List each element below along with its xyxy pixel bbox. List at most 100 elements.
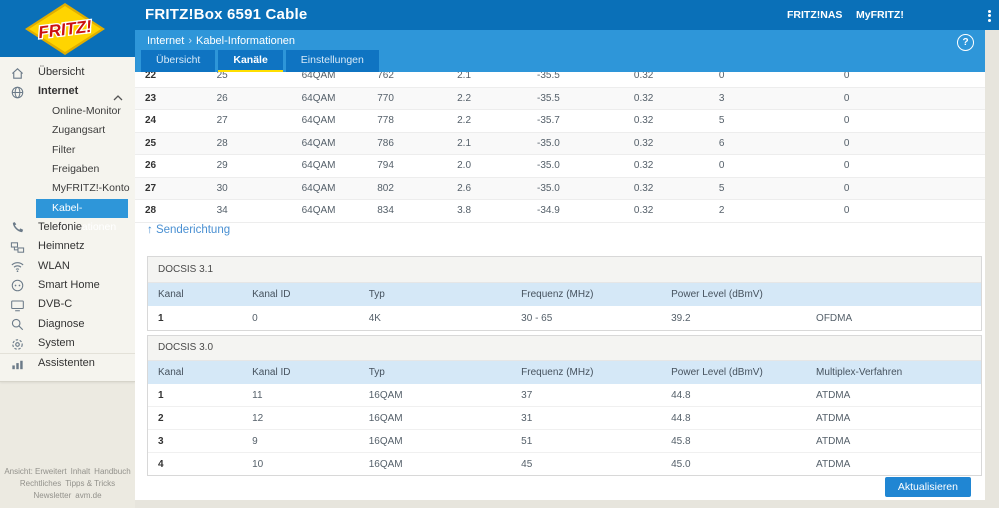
table-cell: 3.8 — [457, 199, 538, 223]
table-cell: 22 — [135, 72, 217, 88]
table-cell: 2 — [718, 199, 844, 223]
table-cell: 51 — [521, 429, 672, 453]
tab-uebersicht[interactable]: Übersicht — [141, 50, 216, 72]
table-cell: 802 — [377, 177, 458, 200]
breadcrumb-section[interactable]: Internet — [147, 35, 184, 47]
table-cell: ATDMA — [816, 406, 981, 430]
sidebar-item-zugangsart[interactable]: Zugangsart — [0, 121, 135, 140]
outlet-icon — [10, 278, 25, 293]
table-cell: 1 — [148, 384, 253, 407]
footer-link-newsletter[interactable]: Newsletter — [33, 491, 71, 500]
table-cell: 31 — [521, 406, 672, 430]
sidebar-item-diagnose[interactable]: Diagnose — [0, 315, 135, 334]
sidebar-item-assistenten[interactable]: Assistenten — [0, 353, 135, 373]
table-cell: 4K — [368, 312, 381, 324]
column-header: Multiplex-Verfahren — [816, 361, 981, 384]
table-cell: 16QAM — [368, 406, 522, 430]
table-cell: 0 — [843, 109, 985, 133]
tab-kanaele[interactable]: Kanäle — [218, 50, 283, 72]
help-icon[interactable]: ? — [957, 34, 974, 51]
kebab-menu-icon[interactable] — [984, 8, 994, 24]
table-cell: 28 — [216, 132, 302, 155]
table-cell: 778 — [377, 109, 458, 133]
table-cell: 64QAM — [301, 72, 378, 88]
table-cell: 2.1 — [457, 72, 538, 88]
table-cell: 27 — [216, 109, 302, 133]
table-cell: 834 — [377, 199, 458, 223]
table-cell: 16QAM — [368, 458, 403, 470]
sidebar-item-system[interactable]: System — [0, 334, 135, 353]
table-cell: 0.32 — [633, 177, 719, 200]
table-cell: 0 — [843, 132, 985, 155]
sidebar-item-kabel-informationen[interactable]: Kabel-Informationen — [36, 198, 128, 233]
content-area: 22 25 64QAM 762 2.1 -35.5 0.32 0 0 23 26 64QAM 770 2.… — [135, 72, 985, 500]
sidebar-item-freigaben[interactable]: Freigaben — [0, 160, 135, 179]
table-cell: 23 — [135, 87, 217, 110]
footer-link-rechtliches[interactable]: Rechtliches — [20, 479, 61, 488]
sidebar-item-label: WLAN — [38, 259, 70, 272]
breadcrumb-page: Kabel-Informationen — [195, 35, 296, 47]
table-cell: 64QAM — [301, 154, 378, 178]
column-header — [816, 283, 981, 306]
sidebar-item-wlan[interactable]: WLAN — [0, 257, 135, 276]
table-cell: 2.1 — [457, 132, 538, 155]
footer-link-tipps[interactable]: Tipps & Tricks — [65, 479, 115, 488]
table-row: 3 9 16QAM 51 45.8 ATDMA — [148, 429, 981, 453]
sidebar-item-label: Smart Home — [38, 278, 100, 291]
table-cell: 9 — [252, 429, 369, 453]
tab-bar: Übersicht Kanäle Einstellungen — [141, 50, 379, 72]
fritz-logo: FRITZ! — [25, 3, 105, 55]
table-cell: 0 — [843, 177, 985, 200]
table-cell: 0.32 — [633, 132, 719, 155]
footer-link-ansicht[interactable]: Ansicht: Erweitert — [4, 467, 66, 476]
table-row: 1 11 16QAM 37 44.8 ATDMA — [148, 384, 981, 407]
column-header: Power Level (dBmV) — [671, 283, 817, 306]
table-header-row: Kanal Kanal ID Typ Frequenz (MHz) Power Leve… — [148, 361, 981, 384]
table-cell: 4 — [158, 458, 164, 470]
table-row: 22 25 64QAM 762 2.1 -35.5 0.32 0 0 — [135, 72, 985, 88]
chevron-up-icon[interactable] — [113, 89, 123, 108]
table-cell: -35.0 — [537, 154, 634, 178]
table-cell: 0.32 — [633, 199, 719, 223]
sidebar-item-label: Telefonie — [38, 220, 83, 233]
table-cell: 25 — [135, 132, 217, 155]
table-cell: 26 — [216, 87, 302, 110]
table-cell: 26 — [135, 154, 217, 178]
table-cell: 0.32 — [633, 87, 719, 110]
column-header: Typ — [368, 361, 522, 384]
fritznas-link[interactable]: FRITZ!NAS — [787, 9, 842, 21]
footer-link-handbuch[interactable]: Handbuch — [94, 467, 130, 476]
myfritz-link[interactable]: MyFRITZ! — [856, 9, 904, 21]
sidebar-item-label: Diagnose — [38, 317, 85, 330]
table-cell: 16QAM — [368, 384, 522, 407]
footer-link-inhalt[interactable]: Inhalt — [71, 467, 91, 476]
docsis30-label: DOCSIS 3.0 — [148, 336, 981, 361]
monitors-icon — [10, 240, 25, 255]
sidebar-item-dvb-c[interactable]: DVB-C — [0, 295, 135, 314]
globe-icon — [10, 85, 25, 100]
refresh-button[interactable]: Aktualisieren — [884, 477, 971, 497]
column-header: Kanal ID — [252, 361, 369, 384]
table-cell: 64QAM — [301, 87, 378, 110]
table-cell: -34.9 — [537, 199, 634, 223]
tab-einstellungen[interactable]: Einstellungen — [285, 50, 379, 72]
sidebar-item-uebersicht[interactable]: Übersicht — [0, 63, 135, 82]
sidebar-item-smart-home[interactable]: Smart Home — [0, 276, 135, 295]
sidebar-item-telefonie[interactable]: Telefonie — [0, 218, 135, 237]
table-cell: 786 — [377, 132, 458, 155]
home-icon — [10, 66, 25, 81]
footer-link-avmde[interactable]: avm.de — [75, 491, 101, 500]
table-cell: -35.5 — [537, 87, 634, 110]
sidebar-item-myfritz-konto[interactable]: MyFRITZ!-Konto — [0, 179, 135, 198]
sidebar-item-heimnetz[interactable]: Heimnetz — [0, 237, 135, 256]
table-cell: 25 — [216, 72, 302, 88]
tv-icon — [10, 298, 25, 313]
sidebar-item-label: Übersicht — [38, 66, 85, 78]
sidebar-item-internet[interactable]: Internet — [0, 82, 135, 101]
sidebar-item-label: Internet — [38, 85, 79, 98]
sidebar-item-label: Assistenten — [38, 357, 95, 370]
table-cell: 27 — [135, 177, 217, 200]
column-header: Kanal — [148, 361, 253, 384]
sidebar-item-filter[interactable]: Filter — [0, 141, 135, 160]
sidebar: Übersicht Internet Online-Monitor Zugang… — [0, 57, 135, 508]
